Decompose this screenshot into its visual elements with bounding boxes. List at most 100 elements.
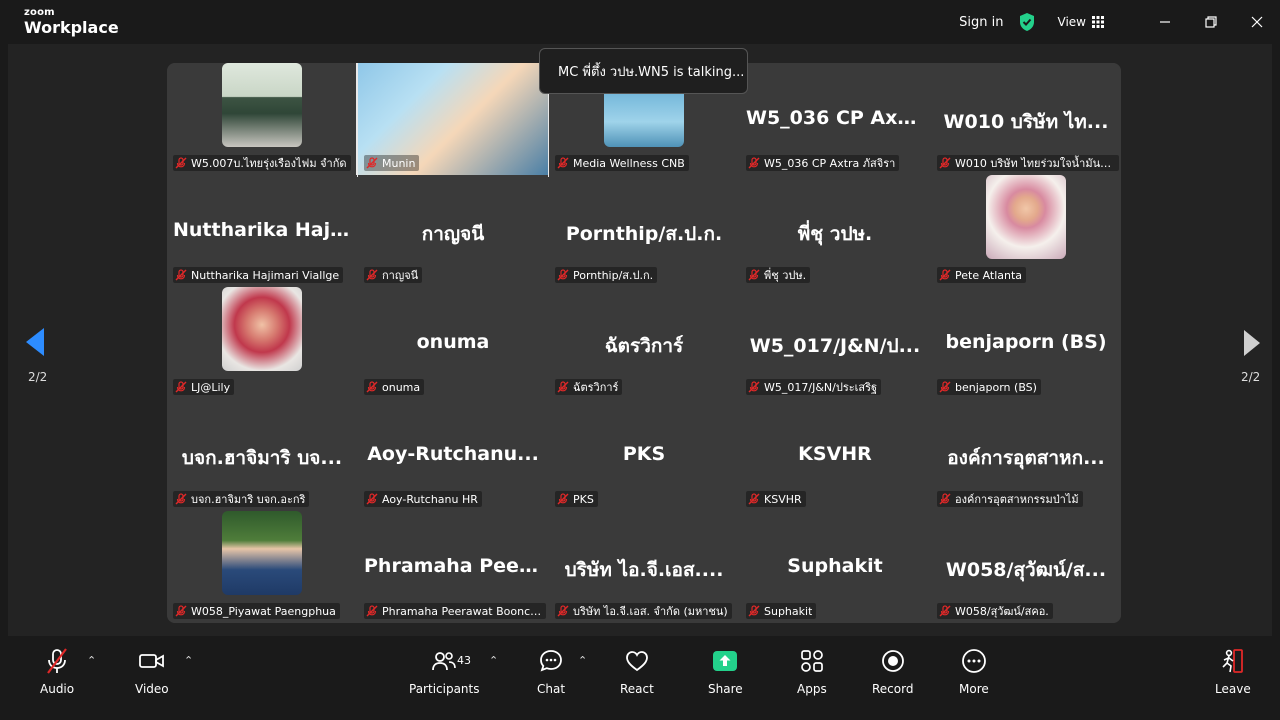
- participant-tile[interactable]: Aoy-Rutchanu... Aoy-Rutchanu HR: [358, 399, 548, 511]
- participant-name-tag: Pornthip/ส.ป.ก.: [555, 267, 658, 283]
- share-screen-icon: [713, 651, 738, 671]
- restore-icon: [1205, 16, 1217, 28]
- muted-mic-icon: [748, 493, 760, 505]
- participant-tile[interactable]: Munin: [356, 63, 550, 177]
- heart-icon: [626, 651, 648, 672]
- participant-name: Munin: [382, 156, 416, 170]
- logo-line2: Workplace: [24, 18, 119, 37]
- participant-tile[interactable]: บริษัท ไอ.จี.เอส.... บริษัท ไอ.จี.เอส. จำ…: [549, 511, 739, 623]
- participant-name: ฉัตรวิการ์: [573, 381, 619, 394]
- participant-tile[interactable]: W5.007บ.ไทยรุ่งเรืองไฟม จำกัด: [167, 63, 357, 175]
- participant-tile[interactable]: Pornthip/ส.ป.ก. Pornthip/ส.ป.ก.: [549, 175, 739, 287]
- muted-mic-icon: [175, 605, 187, 617]
- participant-name: กาญจนี: [382, 269, 419, 282]
- participant-tile[interactable]: W5_036 CP Axt... W5_036 CP Axtra ภัสจิรา: [740, 63, 930, 175]
- participant-name: Media Wellness CNB: [573, 156, 685, 170]
- chat-label: Chat: [537, 682, 566, 696]
- minimize-button[interactable]: [1142, 0, 1188, 44]
- participant-tile[interactable]: LJ@Lily: [167, 287, 357, 399]
- participant-name-tag: Phramaha Peerawat Boonch...: [364, 603, 546, 619]
- muted-mic-icon: [939, 605, 951, 617]
- participant-display-name: KSVHR: [798, 443, 872, 465]
- apps-button[interactable]: Apps: [797, 646, 827, 696]
- participant-video: [222, 287, 302, 371]
- participant-tile[interactable]: W058_Piyawat Paengphua: [167, 511, 357, 623]
- react-button[interactable]: React: [620, 646, 654, 696]
- page-indicator-right: 2/2: [1241, 370, 1261, 384]
- participant-name: Phramaha Peerawat Boonch...: [382, 604, 542, 618]
- participant-name-tag: W5_036 CP Axtra ภัสจิรา: [746, 155, 900, 171]
- participant-tile[interactable]: Pete Atlanta: [931, 175, 1121, 287]
- chat-button[interactable]: Chat: [537, 646, 565, 696]
- muted-mic-icon: [748, 269, 760, 281]
- participant-display-name: onuma: [416, 331, 490, 353]
- audio-button[interactable]: Audio: [40, 646, 74, 696]
- participant-name-tag: Aoy-Rutchanu HR: [364, 491, 482, 507]
- participant-display-name: W5_036 CP Axt...: [746, 107, 929, 129]
- video-button[interactable]: Video: [135, 646, 169, 696]
- participant-tile[interactable]: W058/สุวัฒน์/ส... W058/สุวัฒน์/สคอ.: [931, 511, 1121, 623]
- participant-tile[interactable]: PKS PKS: [549, 399, 739, 511]
- participant-name-tag: W5.007บ.ไทยรุ่งเรืองไฟม จำกัด: [173, 155, 351, 171]
- leave-meeting-icon: [1222, 649, 1243, 673]
- talking-indicator: MC พี่ตึ้ง วปษ.WN5 is talking...: [539, 48, 748, 94]
- participant-tile[interactable]: onuma onuma: [358, 287, 548, 399]
- audio-options-caret-icon[interactable]: ⌃: [87, 654, 96, 667]
- minimize-icon: [1160, 21, 1170, 23]
- close-icon: [1251, 16, 1263, 28]
- logo-line1: zoom: [24, 7, 55, 18]
- muted-mic-icon: [175, 381, 187, 393]
- participant-name: W058/สุวัฒน์/สคอ.: [955, 605, 1049, 618]
- participants-count: 43: [457, 654, 471, 667]
- participant-tile[interactable]: W010 บริษัท ไท... W010 บริษัท ไทยร่วมใจน้…: [931, 63, 1121, 175]
- muted-mic-icon: [366, 157, 378, 169]
- close-button[interactable]: [1234, 0, 1280, 44]
- more-button[interactable]: More: [959, 646, 989, 696]
- muted-mic-icon: [175, 269, 187, 281]
- participant-tile[interactable]: Suphakit Suphakit: [740, 511, 930, 623]
- next-page-arrow-icon[interactable]: [1244, 330, 1260, 356]
- participant-name-tag: องค์การอุตสาหกรรมป่าไม้: [937, 491, 1083, 507]
- muted-mic-icon: [557, 381, 569, 393]
- participant-name: Nuttharika Hajimari Viallge: [191, 268, 340, 282]
- participant-tile[interactable]: พี่ชุ วปษ. พี่ชุ วปษ.: [740, 175, 930, 287]
- participant-name: PKS: [573, 492, 594, 506]
- chat-options-caret-icon[interactable]: ⌃: [578, 654, 587, 667]
- participant-display-name: Pornthip/ส.ป.ก.: [565, 223, 723, 245]
- participant-name-tag: บริษัท ไอ.จี.เอส. จำกัด (มหาชน): [555, 603, 732, 619]
- participant-tile[interactable]: องค์การอุตสาหก... องค์การอุตสาหกรรมป่าไม้: [931, 399, 1121, 511]
- participant-display-name: benjaporn (BS): [945, 331, 1107, 353]
- share-button[interactable]: Share: [708, 646, 743, 696]
- participant-name-tag: W010 บริษัท ไทยร่วมใจน้ำมันพื...: [937, 155, 1119, 171]
- more-label: More: [959, 682, 989, 696]
- video-options-caret-icon[interactable]: ⌃: [184, 654, 193, 667]
- muted-mic-icon: [557, 605, 569, 617]
- security-shield-icon[interactable]: [1018, 12, 1036, 32]
- record-button[interactable]: Record: [872, 646, 913, 696]
- participant-tile[interactable]: Nuttharika Haji... Nuttharika Hajimari Vi…: [167, 175, 357, 287]
- participant-name-tag: LJ@Lily: [173, 379, 235, 395]
- zoom-logo: zoom Workplace: [24, 8, 119, 36]
- signin-link[interactable]: Sign in: [959, 15, 1003, 30]
- participant-tile[interactable]: ฉัตรวิการ์ ฉัตรวิการ์: [549, 287, 739, 399]
- participant-tile[interactable]: กาญจนี กาญจนี: [358, 175, 548, 287]
- participant-name-tag: Suphakit: [746, 603, 817, 619]
- participant-tile[interactable]: W5_017/J&N/ป... W5_017/J&N/ประเสริฐ: [740, 287, 930, 399]
- participant-display-name: พี่ชุ วปษ.: [797, 223, 873, 245]
- video-camera-icon: [138, 654, 164, 668]
- participant-name-tag: พี่ชุ วปษ.: [746, 267, 811, 283]
- previous-page-arrow-icon[interactable]: [26, 328, 44, 356]
- participant-tile[interactable]: บจก.ฮาจิมาริ บจ... บจก.ฮาจิมาริ บจก.อะกริ: [167, 399, 357, 511]
- participant-tile[interactable]: Phramaha Peer... Phramaha Peerawat Boonch…: [358, 511, 548, 623]
- restore-button[interactable]: [1188, 0, 1234, 44]
- participant-tile[interactable]: benjaporn (BS) benjaporn (BS): [931, 287, 1121, 399]
- participants-options-caret-icon[interactable]: ⌃: [489, 654, 498, 667]
- participant-name: W058_Piyawat Paengphua: [191, 604, 336, 618]
- view-button[interactable]: View: [1058, 15, 1104, 29]
- participant-name: W5_036 CP Axtra ภัสจิรา: [764, 157, 896, 170]
- participant-name: บริษัท ไอ.จี.เอส. จำกัด (มหาชน): [573, 605, 728, 618]
- leave-button[interactable]: Leave: [1215, 646, 1251, 696]
- muted-mic-icon: [175, 157, 187, 169]
- participant-tile[interactable]: KSVHR KSVHR: [740, 399, 930, 511]
- video-label: Video: [135, 682, 169, 696]
